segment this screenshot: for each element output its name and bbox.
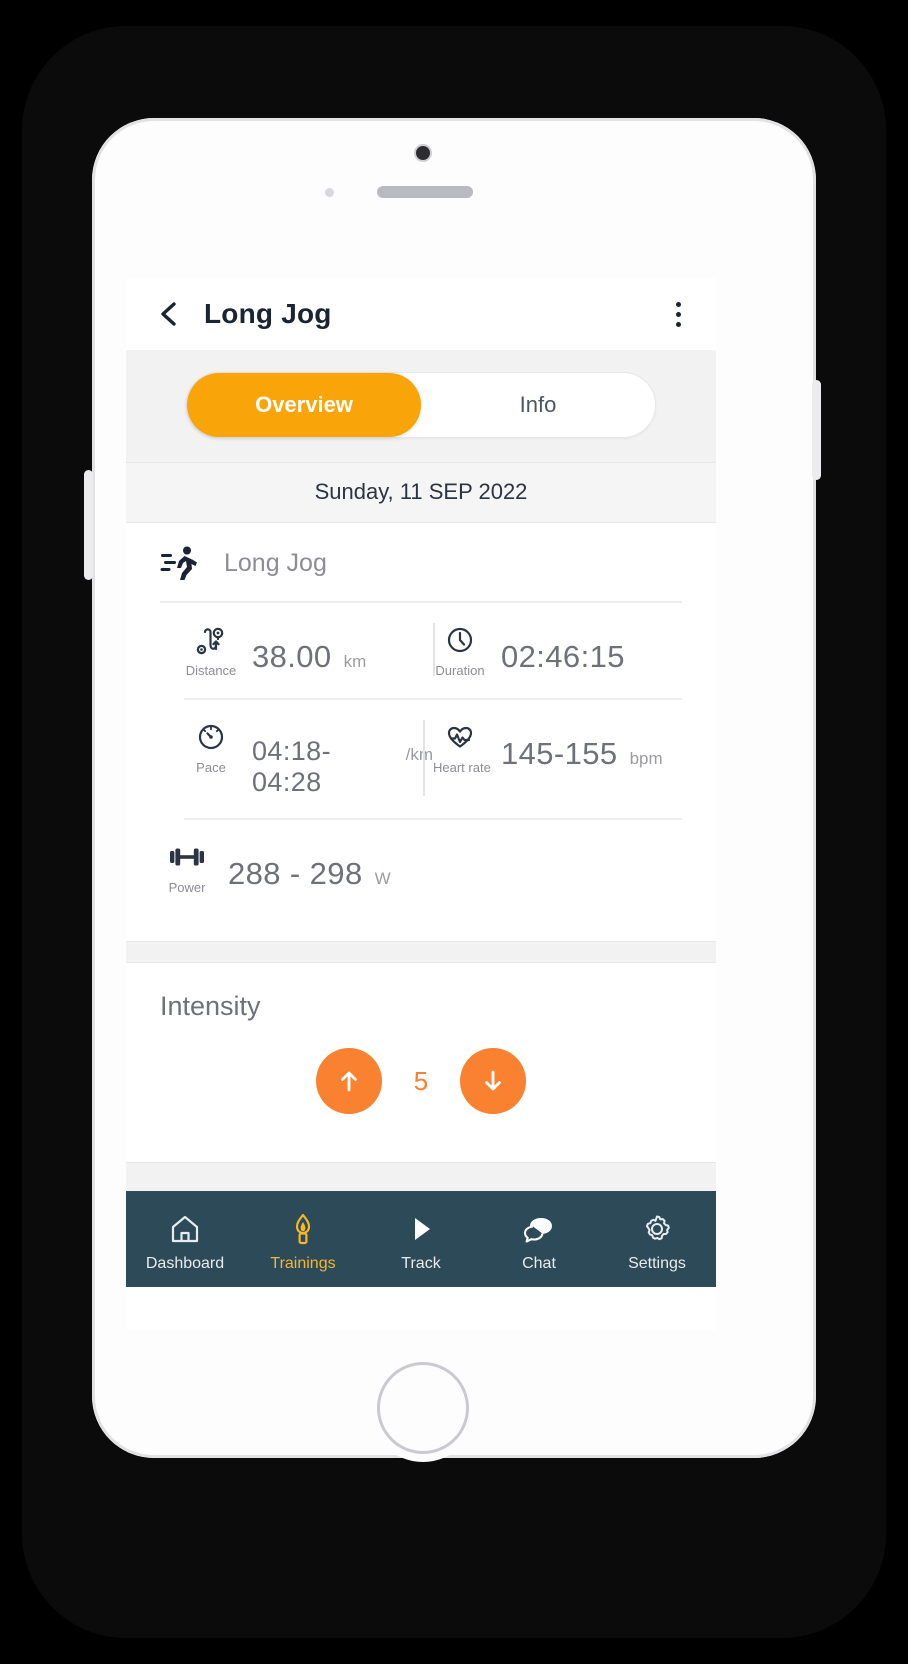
- metric-value: 02:46:15: [501, 639, 625, 674]
- intensity-decrease-button[interactable]: [460, 1048, 526, 1114]
- activity-name: Long Jog: [224, 548, 327, 577]
- workout-date: Sunday, 11 SEP 2022: [126, 462, 716, 523]
- play-icon: [415, 1217, 430, 1240]
- intensity-value: 5: [413, 1065, 429, 1096]
- intensity-title: Intensity: [160, 991, 261, 1021]
- card-bottom-edge: [126, 1144, 716, 1163]
- metric-pace: Pace 04:18-04:28 /km: [184, 722, 433, 798]
- metric-unit: bpm: [629, 749, 663, 768]
- metric-unit: km: [343, 652, 367, 671]
- intensity-controls: 5: [160, 1048, 682, 1114]
- proximity-sensor: [325, 188, 334, 197]
- metric-label: Distance: [185, 663, 237, 678]
- tab-info[interactable]: Info: [421, 373, 655, 437]
- metric-value: 38.00: [252, 639, 332, 674]
- route-pin-icon: [196, 627, 224, 655]
- metric-label: Pace: [196, 760, 226, 775]
- page-title: Long Jog: [204, 298, 332, 329]
- metric-value: 04:18-04:28: [252, 736, 331, 797]
- metric-label: Heart rate: [433, 760, 491, 775]
- section-separator: [126, 941, 716, 963]
- activity-row: Long Jog: [160, 523, 682, 603]
- torch-icon: [295, 1213, 311, 1244]
- arrow-up-icon: [341, 1071, 357, 1092]
- metric-label: Power: [168, 880, 206, 895]
- volume-button: [84, 470, 93, 580]
- metric-value: 288 - 298: [228, 856, 363, 891]
- phone-screen: Long Jog Overview Info Sunday, 11 SEP 20…: [126, 278, 716, 1330]
- app-header: Long Jog: [126, 278, 716, 350]
- gear-icon: [645, 1215, 670, 1240]
- metric-distance: Distance 38.00 km: [184, 625, 433, 678]
- arrow-down-icon: [485, 1070, 501, 1091]
- earpiece-speaker: [377, 186, 473, 198]
- nav-item-track[interactable]: Track: [362, 1206, 480, 1273]
- nav-item-chat[interactable]: Chat: [480, 1206, 598, 1273]
- metric-value: 145-155: [501, 736, 618, 771]
- metric-heart-rate: Heart rate 145-155 bpm: [433, 722, 682, 775]
- metric-row: Pace 04:18-04:28 /km Heart rate 145-155 …: [184, 700, 682, 820]
- heart-pulse-icon: [447, 726, 473, 748]
- power-button: [812, 380, 821, 480]
- metric-unit: /km: [405, 745, 433, 764]
- tab-overview[interactable]: Overview: [187, 373, 421, 437]
- home-icon: [171, 1215, 199, 1242]
- nav-label: Chat: [522, 1254, 556, 1272]
- segmented-tab-control: Overview Info: [186, 372, 656, 438]
- intensity-card: Intensity 5: [126, 963, 716, 1144]
- metric-unit: W: [374, 869, 391, 888]
- home-button[interactable]: [377, 1362, 469, 1454]
- column-divider: [423, 720, 426, 796]
- metric-duration: Duration 02:46:15: [433, 625, 682, 678]
- metric-label: Duration: [435, 663, 485, 678]
- metric-row: Distance 38.00 km Duration 02:46:15: [184, 603, 682, 700]
- chevron-left-icon[interactable]: [156, 299, 182, 329]
- nav-item-settings[interactable]: Settings: [598, 1206, 716, 1273]
- kebab-menu-icon[interactable]: [666, 296, 690, 333]
- nav-label: Track: [401, 1254, 441, 1272]
- running-person-icon: [160, 546, 197, 580]
- nav-item-dashboard[interactable]: Dashboard: [126, 1206, 244, 1273]
- nav-label: Trainings: [270, 1254, 336, 1272]
- intensity-increase-button[interactable]: [316, 1048, 382, 1114]
- dumbbell-icon: [170, 848, 204, 866]
- clock-icon: [447, 627, 473, 653]
- nav-item-trainings[interactable]: Trainings: [244, 1206, 362, 1273]
- column-divider: [433, 623, 435, 676]
- bottom-spacer: [126, 1163, 716, 1191]
- metric-row: Power 288 - 298 W: [160, 820, 682, 941]
- front-camera: [416, 146, 430, 160]
- nav-label: Dashboard: [145, 1254, 225, 1272]
- speedometer-icon: [198, 724, 224, 750]
- tabs-band: Overview Info: [126, 350, 716, 462]
- chat-bubbles-icon: [523, 1217, 552, 1243]
- nav-label: Settings: [628, 1254, 686, 1272]
- workout-summary-card: Long Jog Distance 38.00 km Duration 02:4…: [126, 523, 716, 941]
- bottom-navigation: Dashboard Trainings Track Chat Settings: [126, 1191, 716, 1287]
- metric-power: Power 288 - 298 W: [160, 842, 391, 895]
